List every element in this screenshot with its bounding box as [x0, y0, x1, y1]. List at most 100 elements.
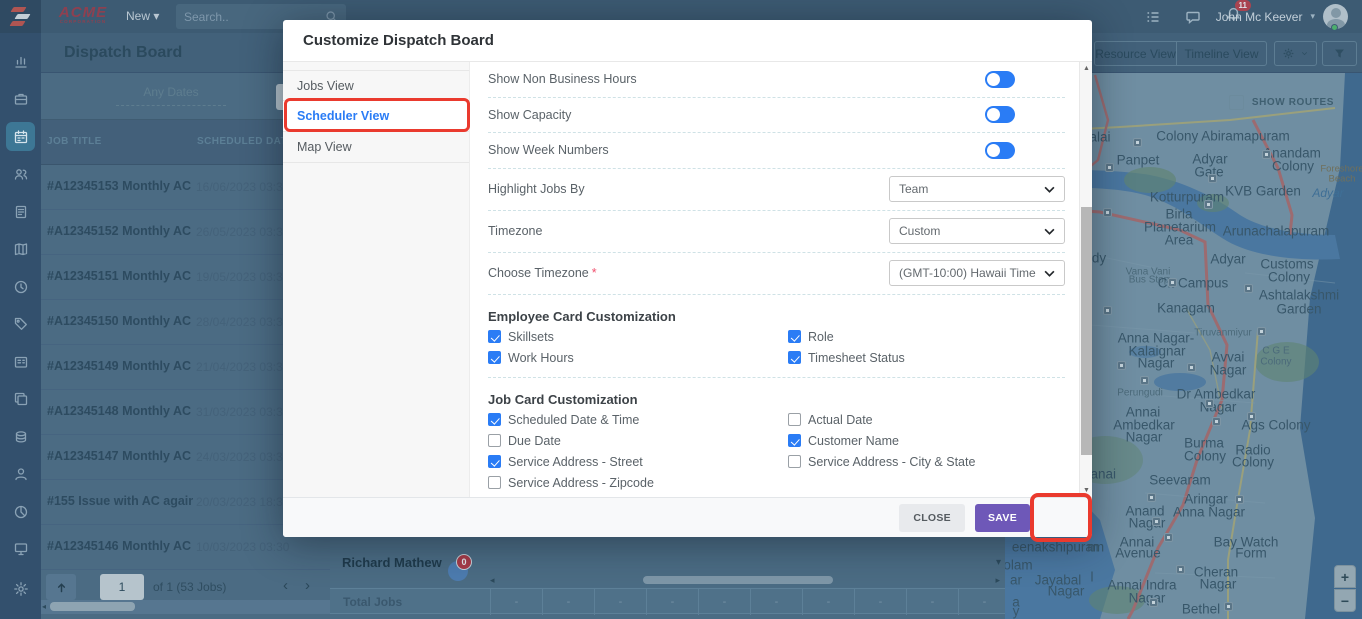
- toggle-show-week-numbers[interactable]: [985, 142, 1015, 159]
- save-button[interactable]: SAVE: [975, 504, 1030, 532]
- checkbox-role[interactable]: [788, 330, 801, 343]
- modal-nav-jobs-view[interactable]: Jobs View: [283, 70, 469, 101]
- sidebar-item-projects[interactable]: [6, 385, 35, 414]
- job-list-hscrollbar[interactable]: ◂: [41, 600, 330, 614]
- checkbox-service-address-zipcode[interactable]: [488, 476, 501, 489]
- board-settings-button[interactable]: [1274, 41, 1317, 66]
- scroll-down-icon[interactable]: ▼: [1080, 487, 1093, 494]
- page-number-input[interactable]: [100, 574, 144, 600]
- job-title: #A12345153 Monthly AC Ma: [47, 179, 193, 193]
- map-label: Panpet: [1117, 153, 1160, 168]
- show-routes-checkbox[interactable]: [1229, 95, 1244, 110]
- collapse-panel-button[interactable]: [46, 574, 76, 600]
- checkbox-label: Work Hours: [508, 351, 574, 365]
- page-title: Dispatch Board: [64, 44, 182, 62]
- map-label: Seevaram: [1149, 473, 1211, 488]
- sidebar-item-invoices[interactable]: [6, 197, 35, 226]
- sidebar-item-devices[interactable]: [6, 535, 35, 564]
- scheduler-hscroll-thumb[interactable]: [643, 576, 833, 584]
- sidebar-item-settings[interactable]: [6, 574, 35, 603]
- bus-stop-icon: [1208, 174, 1217, 183]
- list-view-icon[interactable]: [1145, 9, 1161, 25]
- select-highlight-jobs-by[interactable]: Team: [889, 176, 1065, 202]
- sidebar-item-contracts[interactable]: [6, 235, 35, 264]
- column-job-title[interactable]: JOB TITLE: [47, 136, 102, 147]
- checkbox-scheduled-date-time[interactable]: [488, 413, 501, 426]
- checkbox-label: Service Address - City & State: [808, 455, 975, 469]
- modal-nav-scheduler-view[interactable]: Scheduler View: [283, 101, 469, 132]
- resource-collapse-caret-icon[interactable]: ▾: [996, 557, 1001, 568]
- sidebar-item-users[interactable]: [6, 460, 35, 489]
- map-label: Colony: [1260, 357, 1291, 368]
- toggle-show-non-business-hours[interactable]: [985, 71, 1015, 88]
- column-scheduled-date[interactable]: SCHEDULED DATE: [197, 136, 294, 147]
- chevron-down-icon: ▾: [153, 9, 159, 23]
- timesheets-icon: [13, 279, 29, 295]
- checkbox-label: Timesheet Status: [808, 351, 905, 365]
- setting-row: Choose Timezone*(GMT-10:00) Hawaii Time: [488, 253, 1065, 295]
- sidebar-item-analytics[interactable]: [6, 47, 35, 76]
- map-label: Area: [1165, 233, 1194, 248]
- select-choose-timezone[interactable]: (GMT-10:00) Hawaii Time: [889, 260, 1065, 286]
- scroll-right-icon[interactable]: ▸: [995, 575, 1000, 586]
- sidebar-item-reports[interactable]: [6, 497, 35, 526]
- checkbox-timesheet-status[interactable]: [788, 351, 801, 364]
- sidebar-item-customers[interactable]: [6, 160, 35, 189]
- modal-scrollbar[interactable]: ▲ ▼: [1079, 62, 1092, 497]
- modal-scroll-thumb[interactable]: [1081, 207, 1092, 455]
- toggle-show-capacity[interactable]: [985, 106, 1015, 123]
- total-jobs-cell: -: [854, 589, 906, 615]
- zoom-in-button[interactable]: +: [1334, 565, 1356, 588]
- zoom-out-button[interactable]: −: [1334, 589, 1356, 612]
- sidebar-item-timesheets[interactable]: [6, 272, 35, 301]
- company-logo[interactable]: ACME CORPORATION: [52, 4, 114, 24]
- map-label: Tiruvanmiyur: [1194, 328, 1251, 339]
- sidebar-item-tags[interactable]: [6, 310, 35, 339]
- select-timezone[interactable]: Custom: [889, 218, 1065, 244]
- resource-view-button[interactable]: Resource View: [1094, 41, 1177, 66]
- sidebar-item-payments[interactable]: [6, 422, 35, 451]
- bus-stop-icon: [1103, 306, 1112, 315]
- job-title: #A12345150 Monthly AC Ma: [47, 314, 193, 328]
- checkbox-skillsets[interactable]: [488, 330, 501, 343]
- job-title: #A12345146 Monthly AC Ma: [47, 539, 193, 553]
- sidebar-item-jobs[interactable]: [6, 85, 35, 114]
- total-jobs-cell: -: [802, 589, 854, 615]
- checkbox-customer-name[interactable]: [788, 434, 801, 447]
- chat-icon[interactable]: [1185, 9, 1201, 25]
- job-title: #A12345152 Monthly AC Ma: [47, 224, 193, 238]
- total-jobs-cell: -: [490, 589, 542, 615]
- checkbox-service-address-city-state[interactable]: [788, 455, 801, 468]
- bus-stop-icon: [1204, 200, 1213, 209]
- checkbox-work-hours[interactable]: [488, 351, 501, 364]
- map-label: Nagar: [1129, 591, 1166, 606]
- job-list-hscroll-thumb[interactable]: [50, 602, 135, 611]
- timeline-view-button[interactable]: Timeline View: [1176, 41, 1267, 66]
- date-filter[interactable]: Any Dates: [116, 85, 226, 106]
- sidebar-item-estimates[interactable]: [6, 347, 35, 376]
- app-logo[interactable]: [0, 0, 41, 33]
- bus-stop-icon: [1133, 138, 1142, 147]
- scroll-left-icon[interactable]: ◂: [42, 602, 46, 611]
- map-label: Beach: [1329, 174, 1356, 185]
- close-button[interactable]: CLOSE: [899, 504, 965, 532]
- setting-label: Show Capacity: [488, 108, 571, 122]
- user-menu[interactable]: John Mc Keever ▾: [1216, 0, 1348, 33]
- board-filter-button[interactable]: [1322, 41, 1357, 66]
- checkbox-actual-date[interactable]: [788, 413, 801, 426]
- scroll-up-icon[interactable]: ▲: [1080, 65, 1093, 72]
- checkbox-label: Role: [808, 330, 834, 344]
- prev-page-icon[interactable]: ‹: [283, 577, 288, 594]
- scheduler-hscrollbar[interactable]: ◂ ▸: [490, 576, 1000, 586]
- sidebar-item-dispatch-board[interactable]: [6, 122, 35, 151]
- next-page-icon[interactable]: ›: [305, 577, 310, 594]
- scroll-left-icon[interactable]: ◂: [490, 575, 495, 586]
- checkbox-item: Skillsets: [488, 330, 788, 344]
- new-dropdown-button[interactable]: New ▾: [126, 9, 159, 23]
- modal-nav-map-view[interactable]: Map View: [283, 132, 469, 163]
- checkbox-due-date[interactable]: [488, 434, 501, 447]
- customers-icon: [13, 166, 29, 182]
- checkbox-service-address-street[interactable]: [488, 455, 501, 468]
- setting-row: Highlight Jobs ByTeam: [488, 169, 1065, 211]
- map-label: Arunachalapuram: [1223, 224, 1330, 239]
